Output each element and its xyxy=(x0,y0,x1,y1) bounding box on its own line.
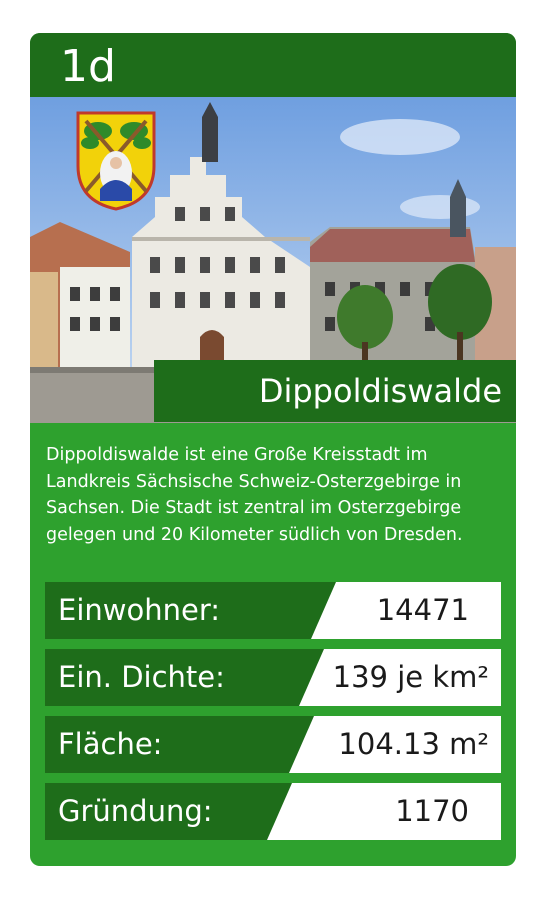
city-name-banner: Dippoldiswalde xyxy=(154,360,516,422)
quartet-card[interactable]: 1d Dippoldiswalde Dippoldiswalde ist ein… xyxy=(30,33,516,866)
stat-row-founding[interactable]: Gründung: 1170 xyxy=(45,783,501,840)
stat-label: Gründung: xyxy=(58,794,213,828)
coat-of-arms-icon xyxy=(76,111,156,211)
city-name: Dippoldiswalde xyxy=(258,372,502,410)
stat-value: 139 je km² xyxy=(332,660,489,694)
stat-label: Einwohner: xyxy=(58,593,221,627)
stat-row-density[interactable]: Ein. Dichte: 139 je km² xyxy=(45,649,501,706)
stat-value: 14471 xyxy=(376,593,469,627)
stat-row-area[interactable]: Fläche: 104.13 m² xyxy=(45,716,501,773)
card-frame: 1d Dippoldiswalde Dippoldiswalde ist ein… xyxy=(0,0,545,900)
stat-label: Ein. Dichte: xyxy=(58,660,225,694)
card-header: 1d xyxy=(30,33,516,97)
city-description: Dippoldiswalde ist eine Große Kreisstadt… xyxy=(46,445,463,545)
card-id: 1d xyxy=(60,41,116,92)
stat-value: 104.13 m² xyxy=(338,727,489,761)
stat-row-population[interactable]: Einwohner: 14471 xyxy=(45,582,501,639)
stat-label: Fläche: xyxy=(58,727,163,761)
stat-value: 1170 xyxy=(395,794,469,828)
